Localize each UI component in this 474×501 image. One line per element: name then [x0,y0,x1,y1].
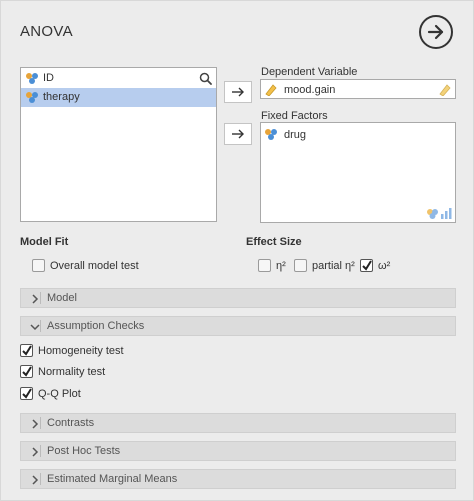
list-item[interactable]: ID [21,69,216,88]
checkbox-box[interactable] [32,259,45,272]
check-icon [362,260,372,271]
model-fit-heading: Model Fit [20,236,69,248]
overall-model-test-checkbox[interactable]: Overall model test [32,258,139,274]
section-label: Post Hoc Tests [47,445,121,457]
section-label: Estimated Marginal Means [47,473,178,485]
chevron-down-icon [30,324,40,331]
page-title: ANOVA [20,23,73,40]
anova-panel: ANOVA ID therapy Dependent Variable mood… [0,0,474,501]
checkbox-box[interactable] [360,259,373,272]
fixed-factors-label: Fixed Factors [261,110,328,122]
contrasts-section-header[interactable]: Contrasts [20,413,456,433]
partial-eta-squared-checkbox[interactable]: partial η² [294,258,355,274]
marginal-means-section-header[interactable]: Estimated Marginal Means [20,469,456,489]
arrow-right-icon [232,87,244,97]
section-label: Contrasts [47,417,95,429]
move-to-dependent-button[interactable] [224,81,252,103]
chevron-right-icon [32,447,39,457]
chevron-right-icon [32,475,39,485]
checkbox-box[interactable] [20,387,33,400]
list-item[interactable]: therapy [21,88,216,107]
fixed-factors-box[interactable]: drug [260,122,456,223]
chevron-right-icon [32,294,39,304]
continuous-icon [439,84,451,96]
nominal-icon [265,129,277,140]
list-item[interactable]: drug [264,127,306,143]
section-label: Assumption Checks [47,320,145,332]
search-icon[interactable] [199,72,212,85]
check-icon [22,388,32,399]
homogeneity-test-checkbox[interactable]: Homogeneity test [20,343,124,359]
run-button[interactable] [419,15,453,49]
variable-label: therapy [43,91,80,103]
section-label: Model [47,292,77,304]
checkbox-box[interactable] [258,259,271,272]
checkbox-label: η² [276,260,286,272]
assumption-checks-section-header[interactable]: Assumption Checks [20,316,456,336]
model-section-header[interactable]: Model [20,288,456,308]
dependent-variable-box[interactable]: mood.gain [260,79,456,99]
checkbox-box[interactable] [20,344,33,357]
check-icon [22,345,32,356]
post-hoc-section-header[interactable]: Post Hoc Tests [20,441,456,461]
checkbox-label: ω² [378,260,391,272]
list-item[interactable]: mood.gain [264,82,335,98]
dependent-variable-label: Dependent Variable [261,66,358,78]
move-to-factors-button[interactable] [224,123,252,145]
normality-test-checkbox[interactable]: Normality test [20,364,105,380]
continuous-icon [265,84,277,96]
effect-size-heading: Effect Size [246,236,302,248]
nominal-icon [26,73,38,84]
check-icon [22,366,32,377]
variable-types-icon [427,208,452,219]
qq-plot-checkbox[interactable]: Q-Q Plot [20,386,81,402]
checkbox-box[interactable] [20,365,33,378]
variable-list[interactable]: ID therapy [20,67,217,222]
eta-squared-checkbox[interactable]: η² [258,258,286,274]
nominal-icon [26,92,38,103]
checkbox-box[interactable] [294,259,307,272]
chevron-right-icon [32,419,39,429]
checkbox-label: Normality test [38,366,106,378]
arrow-right-icon [232,129,244,139]
variable-label: ID [43,72,54,84]
checkbox-label: Homogeneity test [38,345,124,357]
dependent-value: mood.gain [284,84,336,96]
omega-squared-checkbox[interactable]: ω² [360,258,390,274]
factor-label: drug [284,129,307,141]
checkbox-label: Q-Q Plot [38,388,81,400]
checkbox-label: Overall model test [50,260,139,272]
arrow-right-circle-icon [427,24,444,40]
checkbox-label: partial η² [312,260,355,272]
